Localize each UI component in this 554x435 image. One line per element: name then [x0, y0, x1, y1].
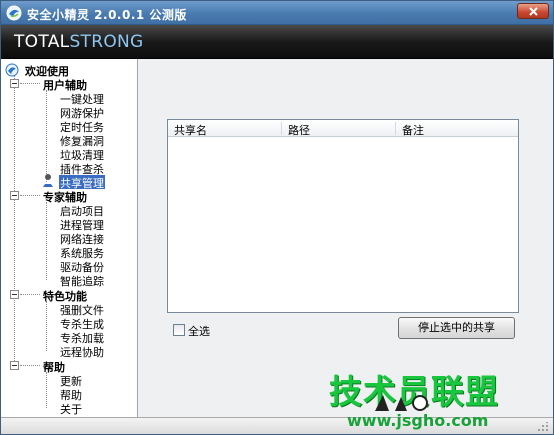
tree-connector [20, 195, 40, 196]
tree-connector [46, 301, 47, 351]
tree-connector [20, 83, 40, 84]
tree-item-one-click[interactable]: 一键处理 [59, 91, 105, 106]
collapse-icon[interactable] [10, 79, 19, 88]
tree-item-about[interactable]: 关于 [59, 401, 83, 416]
collapse-icon[interactable] [10, 191, 19, 200]
tree-connector [20, 365, 40, 366]
title-bar[interactable]: 安全小精灵 2.0.0.1 公测版 [1, 1, 553, 25]
tree-connector [20, 294, 40, 295]
tree-item-smart-trace[interactable]: 智能追踪 [59, 273, 105, 288]
close-icon [529, 7, 538, 16]
tree-item-startup[interactable]: 启动项目 [59, 203, 105, 218]
column-path[interactable]: 路径 [288, 122, 310, 138]
checkbox-box[interactable] [173, 324, 185, 336]
select-all-label: 全选 [188, 325, 210, 338]
tree-connector [14, 75, 15, 367]
app-logo-icon [6, 5, 22, 21]
share-management-icon [43, 174, 53, 187]
share-management-panel: 共享名 路径 备注 全选 停止选中的共享 [139, 59, 553, 417]
tree-item-killer-load[interactable]: 专杀加载 [59, 330, 105, 345]
tree-item-game-protect[interactable]: 网游保护 [59, 105, 105, 120]
tree-item-driver-backup[interactable]: 驱动备份 [59, 259, 105, 274]
tree-item-force-delete[interactable]: 强删文件 [59, 302, 105, 317]
tree-item-network-connections[interactable]: 网络连接 [59, 231, 105, 246]
share-list[interactable]: 共享名 路径 备注 [167, 119, 519, 313]
tree-item-plugin-scan[interactable]: 插件查杀 [59, 161, 105, 176]
tree-item-junk-clean[interactable]: 垃圾清理 [59, 147, 105, 162]
tree-connector [46, 90, 47, 182]
column-separator[interactable] [281, 122, 282, 135]
site-watermark: 技术员联盟 www.jsgho.com [321, 365, 553, 434]
watermark-mascot-icon [375, 395, 428, 411]
close-button[interactable] [517, 3, 549, 19]
tree-connector [46, 372, 47, 408]
tree-item-help[interactable]: 帮助 [59, 387, 83, 402]
collapse-icon[interactable] [10, 290, 19, 299]
collapse-icon[interactable] [10, 361, 19, 370]
brand-banner: TOTALSTRONG [1, 25, 553, 59]
brand-logo: TOTALSTRONG [14, 32, 144, 52]
stop-selected-share-button[interactable]: 停止选中的共享 [398, 317, 515, 339]
tree-item-process-management[interactable]: 进程管理 [59, 217, 105, 232]
tree-connector [46, 202, 47, 280]
welcome-icon [5, 63, 19, 77]
tree-item-share-management[interactable]: 共享管理 [59, 175, 105, 190]
navigation-tree: 欢迎使用 用户辅助 一键处理 网游保护 定时任务 修复漏洞 垃圾清理 插件查杀 … [1, 59, 138, 417]
column-remark[interactable]: 备注 [402, 122, 424, 138]
window-title: 安全小精灵 2.0.0.1 公测版 [27, 8, 187, 22]
brand-part-2: STRONG [69, 32, 144, 52]
tree-item-update[interactable]: 更新 [59, 373, 83, 388]
tree-item-remote-assist[interactable]: 远程协助 [59, 344, 105, 359]
app-window: 安全小精灵 2.0.0.1 公测版 TOTALSTRONG 欢迎使用 用户辅助 … [0, 0, 554, 435]
brand-part-1: TOTAL [14, 32, 70, 52]
tree-item-scheduled-task[interactable]: 定时任务 [59, 119, 105, 134]
column-share-name[interactable]: 共享名 [174, 122, 207, 138]
tree-item-fix-vulnerability[interactable]: 修复漏洞 [59, 133, 105, 148]
tree-item-killer-generate[interactable]: 专杀生成 [59, 316, 105, 331]
column-separator[interactable] [395, 122, 396, 135]
share-list-header: 共享名 路径 备注 [168, 120, 518, 137]
tree-item-system-services[interactable]: 系统服务 [59, 245, 105, 260]
watermark-url: www.jsgho.com [347, 411, 489, 430]
